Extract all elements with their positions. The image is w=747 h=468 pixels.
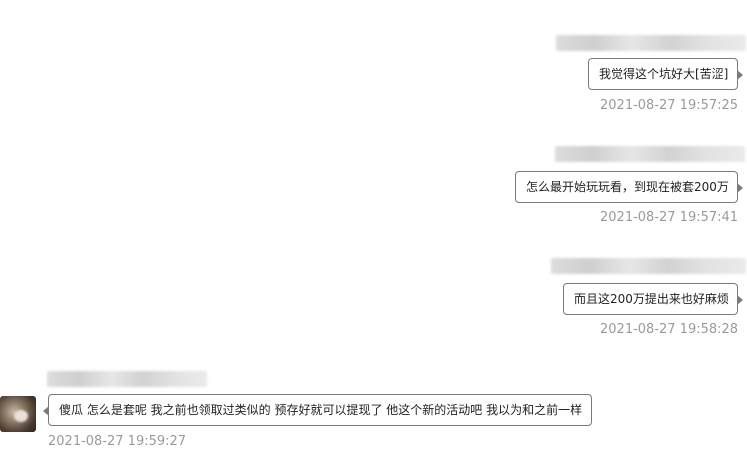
avatar[interactable]: [0, 396, 36, 432]
message-bubble[interactable]: 怎么最开始玩玩看，到现在被套200万: [515, 171, 743, 203]
message-timestamp: 2021-08-27 19:57:41: [600, 210, 739, 225]
sender-name-blurred: [47, 371, 207, 387]
message-timestamp: 2021-08-27 19:59:27: [48, 434, 187, 449]
message-timestamp: 2021-08-27 19:58:28: [600, 322, 739, 337]
message-bubble[interactable]: 我觉得这个坑好大[苦涩]: [588, 58, 743, 90]
sender-name-blurred: [556, 35, 746, 51]
message-bubble[interactable]: 傻瓜 怎么是套呢 我之前也领取过类似的 预存好就可以提现了 他这个新的活动吧 我…: [43, 394, 592, 426]
sender-name-blurred: [555, 146, 745, 162]
message-timestamp: 2021-08-27 19:57:25: [600, 98, 739, 113]
sender-name-blurred: [551, 258, 746, 274]
message-bubble[interactable]: 而且这200万提出来也好麻烦: [563, 283, 743, 315]
